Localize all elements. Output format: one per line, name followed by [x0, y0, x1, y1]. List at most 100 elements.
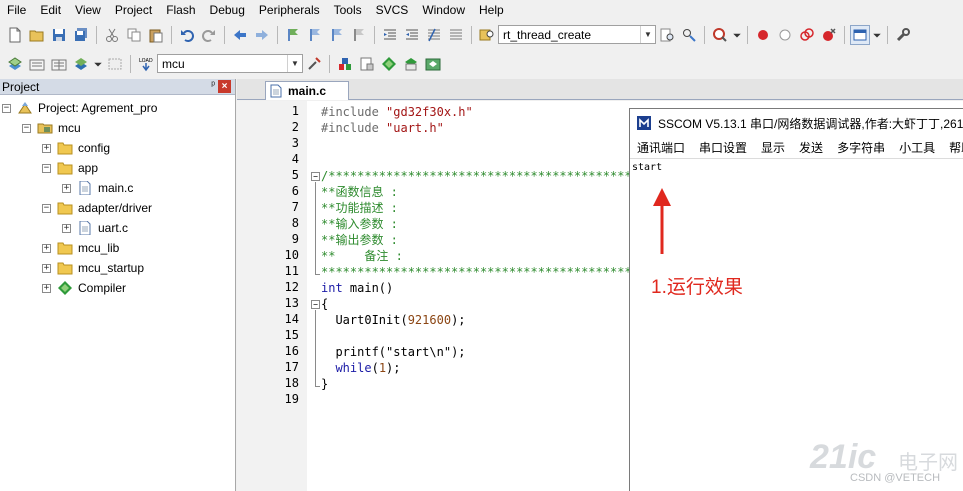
tab-main-c[interactable]: main.c — [265, 81, 349, 100]
tree-node[interactable]: − mcu — [22, 118, 81, 138]
breakpoint-disabled-icon[interactable] — [775, 25, 795, 45]
code-token: { — [321, 297, 329, 311]
toolbar-separator — [171, 25, 172, 44]
code-token: "uart.h" — [386, 121, 444, 135]
menu-item-flash[interactable]: Flash — [159, 0, 202, 20]
nav-forward-icon[interactable] — [252, 25, 272, 45]
debug-session-icon[interactable] — [710, 25, 730, 45]
sscom-menu-item[interactable]: 显示 — [754, 139, 792, 156]
configure-wrench-icon[interactable] — [893, 25, 913, 45]
bookmark-insert-icon[interactable] — [283, 25, 303, 45]
bookmark-prev-icon[interactable] — [305, 25, 325, 45]
stop-build-icon[interactable] — [105, 54, 125, 74]
close-icon[interactable]: × — [218, 80, 231, 93]
build-target-combo[interactable]: mcu ▼ — [157, 54, 303, 73]
run-time-environment-icon[interactable] — [423, 54, 443, 74]
rebuild-icon[interactable] — [49, 54, 69, 74]
sscom-menu-item[interactable]: 多字符串 — [830, 139, 892, 156]
collapse-icon[interactable]: − — [2, 103, 11, 113]
tree-node[interactable]: + uart.c — [62, 218, 128, 238]
tree-node[interactable]: + mcu_lib — [42, 238, 119, 258]
redo-icon[interactable] — [199, 25, 219, 45]
tree-node[interactable]: + mcu_startup — [42, 258, 144, 278]
comment-icon[interactable] — [424, 25, 444, 45]
tree-node-label: Compiler — [78, 281, 127, 295]
fold-guide — [315, 310, 316, 386]
disable-all-breakpoints-icon[interactable] — [797, 25, 817, 45]
download-load-icon[interactable]: LOAD — [136, 54, 156, 74]
fold-guide-end — [315, 274, 320, 275]
indent-icon[interactable] — [380, 25, 400, 45]
file-extensions-icon[interactable] — [357, 54, 377, 74]
menu-item-svcs[interactable]: SVCS — [369, 0, 416, 20]
sscom-menu-item[interactable]: 通讯端口 — [630, 139, 692, 156]
uncomment-icon[interactable] — [446, 25, 466, 45]
nav-back-icon[interactable] — [230, 25, 250, 45]
find-combo[interactable]: rt_thread_create ▼ — [498, 25, 656, 44]
menu-item-debug[interactable]: Debug — [203, 0, 252, 20]
bookmark-next-icon[interactable] — [327, 25, 347, 45]
chevron-down-icon[interactable]: ▼ — [640, 26, 655, 43]
bookmark-clear-icon[interactable] — [349, 25, 369, 45]
sscom-menu-item[interactable]: 小工具 — [892, 139, 942, 156]
batch-build-icon[interactable] — [71, 54, 91, 74]
select-packs-icon[interactable] — [379, 54, 399, 74]
code-line: { — [321, 296, 328, 312]
expand-icon[interactable]: + — [42, 143, 51, 153]
expand-icon[interactable]: + — [42, 263, 51, 273]
menu-item-project[interactable]: Project — [108, 0, 159, 20]
pin-icon[interactable]: ᵖ — [211, 80, 215, 91]
menu-item-file[interactable]: File — [0, 0, 33, 20]
save-all-icon[interactable] — [71, 25, 91, 45]
menu-item-view[interactable]: View — [68, 0, 108, 20]
new-file-icon[interactable] — [5, 25, 25, 45]
target-options-icon[interactable] — [304, 54, 324, 74]
menu-item-window[interactable]: Window — [415, 0, 472, 20]
menu-item-peripherals[interactable]: Peripherals — [252, 0, 327, 20]
collapse-icon[interactable]: − — [42, 163, 51, 173]
window-layout-icon[interactable] — [850, 24, 870, 45]
open-folder-icon[interactable] — [27, 25, 47, 45]
incremental-find-icon[interactable] — [679, 25, 699, 45]
sscom-menu-item[interactable]: 串口设置 — [692, 139, 754, 156]
tree-node[interactable]: + Compiler — [42, 278, 126, 298]
expand-icon[interactable]: + — [62, 223, 71, 233]
tree-node[interactable]: + main.c — [62, 178, 133, 198]
sscom-menu-item[interactable]: 帮助 — [942, 139, 963, 156]
build-icon[interactable] — [27, 54, 47, 74]
copy-icon[interactable] — [124, 25, 144, 45]
menu-item-edit[interactable]: Edit — [33, 0, 68, 20]
tree-node[interactable]: − app — [42, 158, 98, 178]
fold-collapse-icon[interactable]: − — [311, 172, 320, 181]
chevron-down-icon[interactable] — [93, 54, 103, 74]
tree-node[interactable]: − adapter/driver — [42, 198, 152, 218]
save-icon[interactable] — [49, 25, 69, 45]
expand-icon[interactable]: + — [62, 183, 71, 193]
code-token: **功能描述 : — [321, 201, 398, 215]
project-pane-header: Project ᵖ × — [0, 79, 235, 95]
paste-icon[interactable] — [146, 25, 166, 45]
expand-icon[interactable]: + — [42, 243, 51, 253]
kill-all-breakpoints-icon[interactable] — [819, 25, 839, 45]
tree-node[interactable]: − Project: Agrement_pro — [2, 98, 157, 118]
manage-project-items-icon[interactable] — [335, 54, 355, 74]
menu-item-tools[interactable]: Tools — [327, 0, 369, 20]
sscom-menu-item[interactable]: 发送 — [792, 139, 830, 156]
cut-icon[interactable] — [102, 25, 122, 45]
chevron-down-icon[interactable] — [872, 25, 882, 45]
tree-node[interactable]: + config — [42, 138, 110, 158]
collapse-icon[interactable]: − — [22, 123, 31, 133]
collapse-icon[interactable]: − — [42, 203, 51, 213]
find-in-files-icon[interactable] — [477, 25, 497, 45]
chevron-down-icon[interactable]: ▼ — [287, 55, 302, 72]
translate-icon[interactable] — [5, 54, 25, 74]
fold-collapse-icon[interactable]: − — [311, 300, 320, 309]
expand-icon[interactable]: + — [42, 283, 51, 293]
menu-item-help[interactable]: Help — [472, 0, 511, 20]
breakpoint-icon[interactable] — [753, 25, 773, 45]
unindent-icon[interactable] — [402, 25, 422, 45]
find-icon[interactable] — [657, 25, 677, 45]
undo-icon[interactable] — [177, 25, 197, 45]
chevron-down-icon[interactable] — [732, 25, 742, 45]
pack-installer-icon[interactable] — [401, 54, 421, 74]
